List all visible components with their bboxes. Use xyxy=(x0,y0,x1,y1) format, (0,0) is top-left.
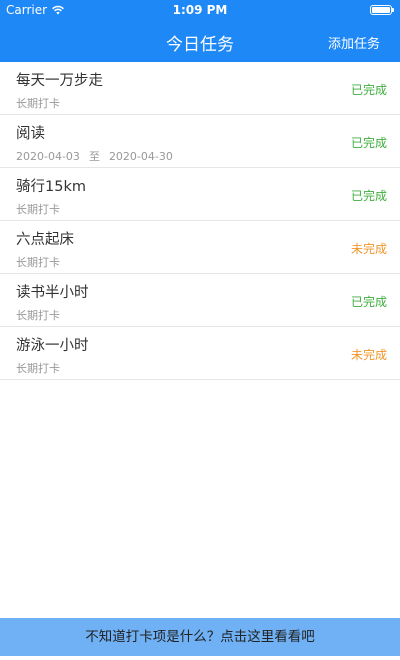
add-task-button[interactable]: 添加任务 xyxy=(328,33,380,52)
task-row[interactable]: 每天一万步走 长期打卡 已完成 xyxy=(0,62,400,115)
battery-icon xyxy=(370,5,394,15)
task-title: 六点起床 xyxy=(16,232,74,248)
task-status-badge: 已完成 xyxy=(350,83,387,97)
date-range-separator: 至 xyxy=(88,150,100,163)
task-status-badge: 未完成 xyxy=(350,348,387,362)
task-end-date: 2020-04-30 xyxy=(108,150,173,163)
task-row[interactable]: 骑行15km 长期打卡 已完成 xyxy=(0,168,400,221)
task-list: 每天一万步走 长期打卡 已完成 阅读 2020-04-03 至 2020-04-30 已完成骑… xyxy=(0,62,400,380)
task-status-badge: 未完成 xyxy=(350,242,387,256)
task-title: 骑行15km xyxy=(16,179,86,195)
task-subtitle: 长期打卡 xyxy=(16,256,60,269)
task-status-badge: 已完成 xyxy=(350,136,387,150)
task-subtitle: 长期打卡 xyxy=(16,203,60,216)
task-subtitle: 长期打卡 xyxy=(16,362,60,375)
task-subtitle: 长期打卡 xyxy=(16,97,60,110)
task-row[interactable]: 游泳一小时长期打卡 未完成 xyxy=(0,327,400,380)
task-title: 游泳一小时 xyxy=(16,338,89,354)
task-row[interactable]: 阅读 2020-04-03 至 2020-04-30 已完成 xyxy=(0,115,400,168)
clock: 1:09 PM xyxy=(172,3,228,17)
task-subtitle: 2020-04-03 至 2020-04-30 xyxy=(16,148,173,164)
task-title: 每天一万步走 xyxy=(16,73,103,89)
status-bar: Carrier 1:09 PM xyxy=(0,0,400,20)
app-screen: Carrier 1:09 PM 今日任务 添加任务 每天一万步走 长期打卡 已完成阅… xyxy=(0,0,400,660)
navigation-bar: 今日任务 添加任务 xyxy=(0,20,400,62)
help-hint-button[interactable]: 不知道打卡项是什么？点击这里看看吧 xyxy=(0,618,400,656)
task-status-badge: 已完成 xyxy=(350,295,387,309)
task-row[interactable]: 六点起床长期打卡 未完成 xyxy=(0,221,400,274)
task-title: 阅读 xyxy=(16,126,45,142)
task-status-badge: 已完成 xyxy=(350,189,387,203)
task-subtitle: 长期打卡 xyxy=(16,309,60,322)
task-start-date: 2020-04-03 xyxy=(16,150,80,163)
task-title: 读书半小时 xyxy=(16,285,89,301)
task-row[interactable]: 读书半小时长期打卡 已完成 xyxy=(0,274,400,327)
